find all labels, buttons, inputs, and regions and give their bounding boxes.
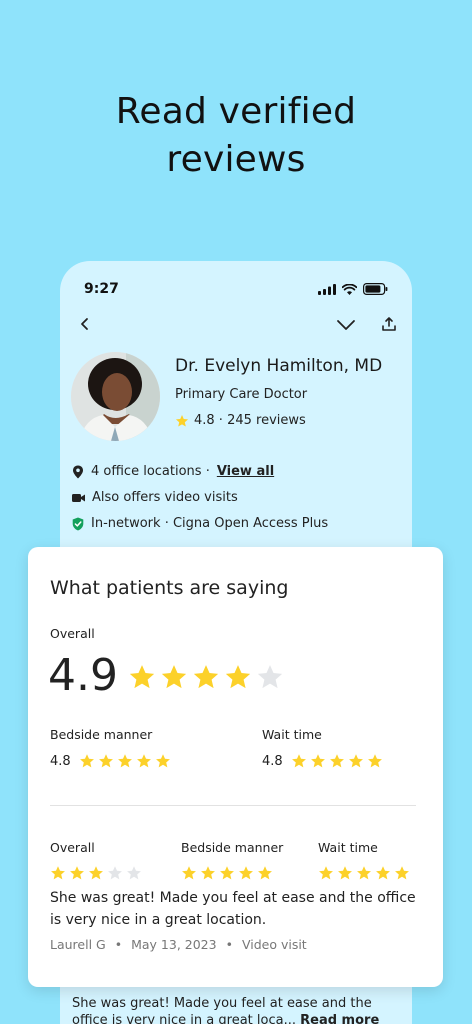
- review-author: Laurell G: [50, 937, 106, 952]
- headline-line-1: Read verified: [115, 91, 357, 132]
- star-filled-icon: [117, 754, 132, 768]
- star-filled-icon: [367, 754, 382, 768]
- video-row: Also offers video visits: [72, 490, 238, 505]
- star-filled-icon: [201, 866, 215, 880]
- star-filled-icon: [182, 866, 196, 880]
- overall-score: 4.9: [48, 650, 118, 701]
- star-filled-icon: [376, 866, 390, 880]
- video-camera-icon: [72, 493, 85, 502]
- doctor-rating-text: 4.8 · 245 reviews: [194, 413, 306, 428]
- status-icons: [318, 283, 388, 295]
- star-filled-icon: [79, 754, 94, 768]
- review-bedside-label: Bedside manner: [181, 840, 284, 855]
- view-all-link[interactable]: View all: [217, 464, 274, 479]
- doctor-specialty: Primary Care Doctor: [175, 387, 308, 402]
- review-wait-label: Wait time: [318, 840, 378, 855]
- star-filled-icon: [319, 866, 333, 880]
- review-visit-type: Video visit: [241, 937, 307, 952]
- star-filled-icon: [136, 754, 151, 768]
- card-title: What patients are saying: [50, 577, 289, 599]
- doctor-name: Dr. Evelyn Hamilton, MD: [175, 356, 383, 376]
- wifi-icon: [342, 283, 357, 295]
- star-filled-icon: [310, 754, 325, 768]
- wait-score-row: 4.8: [262, 753, 383, 769]
- star-filled-icon: [329, 754, 344, 768]
- share-icon[interactable]: [380, 315, 398, 333]
- star-filled-icon: [155, 754, 170, 768]
- star-filled-icon: [129, 665, 155, 689]
- review-overall-stars: [50, 865, 142, 881]
- read-more-link[interactable]: Read more: [300, 1013, 379, 1024]
- bedside-label: Bedside manner: [50, 727, 153, 742]
- video-text: Also offers video visits: [92, 490, 238, 505]
- bedside-score-row: 4.8: [50, 753, 171, 769]
- battery-icon: [363, 283, 388, 295]
- star-filled-icon: [348, 754, 363, 768]
- overall-label: Overall: [50, 626, 95, 641]
- meta-separator: •: [225, 937, 233, 952]
- review-bedside-stars: [181, 865, 273, 881]
- doctor-portrait: [71, 352, 160, 441]
- star-filled-icon: [291, 754, 306, 768]
- star-empty-icon: [257, 665, 283, 689]
- signal-icon: [318, 283, 336, 295]
- review-wait-stars: [318, 865, 410, 881]
- star-filled-icon: [161, 665, 187, 689]
- wait-label: Wait time: [262, 727, 322, 742]
- locations-text: 4 office locations ·: [91, 464, 210, 479]
- reviews-summary-card: What patients are saying Overall 4.9 Bed…: [28, 547, 443, 987]
- star-filled-icon: [193, 665, 219, 689]
- star-empty-icon: [108, 866, 122, 880]
- headline-line-2: reviews: [166, 139, 306, 180]
- status-time: 9:27: [84, 281, 119, 297]
- star-filled-icon: [395, 866, 409, 880]
- chevron-down-icon[interactable]: [336, 317, 356, 333]
- bedside-score: 4.8: [50, 753, 71, 769]
- star-filled-icon: [225, 665, 251, 689]
- star-filled-icon: [89, 866, 103, 880]
- location-pin-icon: [73, 465, 83, 478]
- star-empty-icon: [127, 866, 141, 880]
- star-filled-icon: [51, 866, 65, 880]
- meta-separator: •: [114, 937, 123, 952]
- doctor-rating: 4.8 · 245 reviews: [175, 413, 306, 428]
- headline: Read verified reviews: [0, 88, 472, 184]
- bedside-stars: [79, 753, 171, 769]
- star-filled-icon: [338, 866, 352, 880]
- star-filled-icon: [98, 754, 113, 768]
- star-filled-icon: [357, 866, 371, 880]
- wait-stars: [291, 753, 383, 769]
- star-filled-icon: [258, 866, 272, 880]
- background-review-text: She was great! Made you feel at ease and…: [72, 995, 382, 1024]
- wait-score: 4.8: [262, 753, 283, 769]
- divider: [50, 805, 416, 806]
- review-meta: Laurell G • May 13, 2023 • Video visit: [50, 937, 307, 952]
- star-filled-icon: [70, 866, 84, 880]
- doctor-avatar: [71, 352, 160, 441]
- back-icon[interactable]: [76, 315, 94, 333]
- review-overall-label: Overall: [50, 840, 95, 855]
- shield-check-icon: [72, 517, 84, 530]
- locations-row: 4 office locations · View all: [72, 464, 274, 479]
- star-filled-icon: [220, 866, 234, 880]
- overall-stars: [128, 663, 284, 691]
- network-row: In-network · Cigna Open Access Plus: [72, 516, 328, 531]
- review-date: May 13, 2023: [131, 937, 217, 952]
- network-text: In-network · Cigna Open Access Plus: [91, 516, 329, 531]
- star-icon: [175, 414, 189, 427]
- review-text: She was great! Made you feel at ease and…: [50, 890, 416, 928]
- star-filled-icon: [239, 866, 253, 880]
